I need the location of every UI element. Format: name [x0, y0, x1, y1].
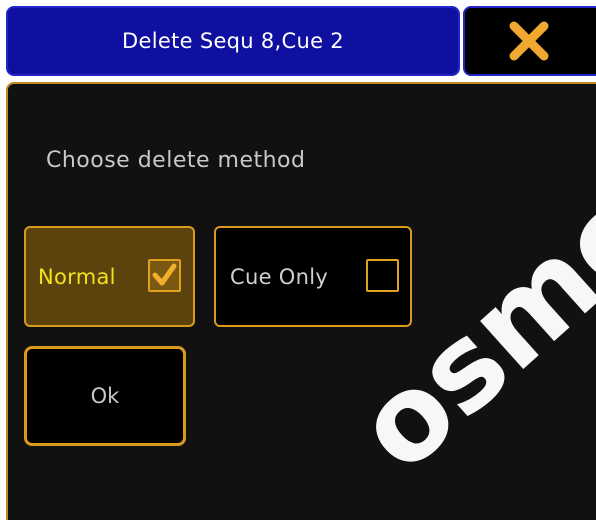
option-cue-only-button[interactable]: Cue Only: [214, 226, 412, 327]
checkmark-icon: [152, 263, 177, 286]
dialog-title: Delete Sequ 8,Cue 2: [122, 29, 344, 53]
option-normal-checkbox[interactable]: [148, 259, 181, 292]
close-button[interactable]: [463, 6, 596, 76]
option-cue-only-checkbox[interactable]: [366, 259, 399, 292]
close-x-icon: [509, 21, 549, 61]
screen: Delete Sequ 8,Cue 2 Choose delete method…: [0, 0, 596, 520]
option-cue-only-label: Cue Only: [230, 264, 329, 289]
option-normal-label: Normal: [38, 264, 116, 289]
ok-button[interactable]: Ok: [24, 346, 186, 446]
option-normal-button[interactable]: Normal: [24, 226, 195, 327]
dialog-title-bar: Delete Sequ 8,Cue 2: [6, 6, 460, 76]
delete-method-prompt: Choose delete method: [46, 148, 306, 173]
ok-label: Ok: [90, 384, 120, 408]
